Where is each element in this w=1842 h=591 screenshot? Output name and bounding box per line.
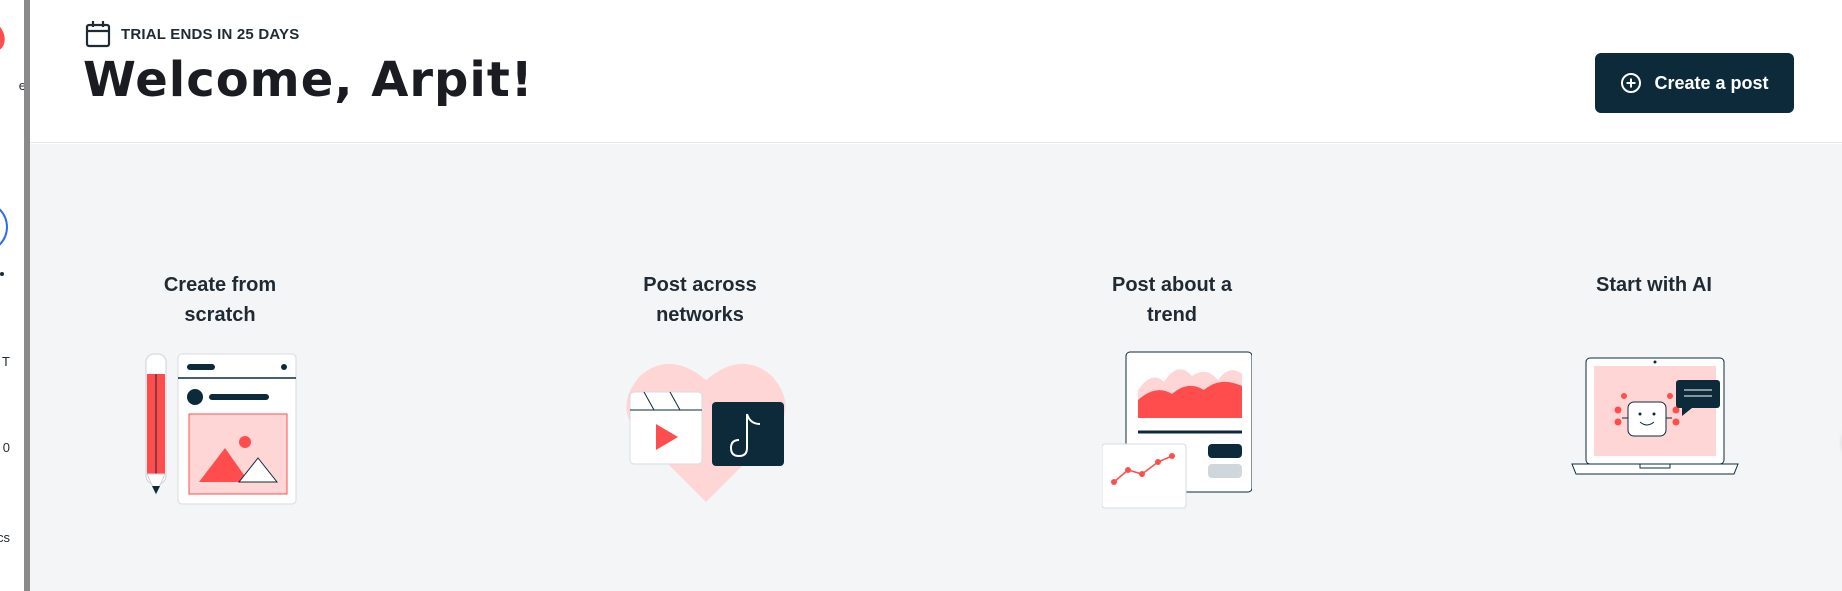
- sidebar-label-4[interactable]: cs: [0, 530, 10, 545]
- trial-text: TRIAL ENDS IN 25 DAYS: [121, 25, 300, 43]
- page-header: TRIAL ENDS IN 25 DAYS Welcome, Arpit! Cr…: [30, 0, 1842, 143]
- option-title: Post about a trend: [1042, 270, 1302, 330]
- create-post-button[interactable]: Create a post: [1595, 53, 1794, 113]
- option-title-line1: Post about a: [1111, 274, 1232, 296]
- option-title-line2: trend: [1147, 304, 1197, 326]
- option-title: Start with AI: [1524, 270, 1784, 300]
- option-post-across-networks[interactable]: Post across networks: [570, 270, 830, 502]
- option-post-about-a-trend[interactable]: Post about a trend: [1042, 270, 1302, 509]
- option-title-line1: Start with AI: [1596, 274, 1712, 296]
- calendar-icon: [85, 21, 111, 48]
- option-title: Create from scratch: [90, 270, 350, 330]
- sidebar-active-ring[interactable]: [0, 202, 8, 252]
- sidebar-label-2[interactable]: T: [2, 354, 10, 369]
- option-title-line2: networks: [656, 304, 744, 326]
- sidebar: e T 0 cs: [0, 0, 24, 591]
- brand-logo-icon[interactable]: [0, 14, 8, 56]
- page-title: Welcome, Arpit!: [83, 52, 534, 108]
- main-content: Create from scratch Post across networks: [30, 144, 1842, 591]
- option-title-line1: Create from: [163, 274, 277, 296]
- ai-illustration-icon: [1571, 357, 1739, 475]
- plus-circle-icon: [1621, 73, 1642, 93]
- networks-illustration-icon: [626, 363, 786, 502]
- option-create-from-scratch[interactable]: Create from scratch: [90, 270, 350, 505]
- scratch-illustration-icon: [145, 353, 297, 505]
- trial-banner: TRIAL ENDS IN 25 DAYS: [85, 20, 299, 48]
- trend-illustration-icon: [1102, 351, 1252, 509]
- option-title-line2: scratch: [184, 304, 256, 326]
- create-post-label: Create a post: [1654, 72, 1769, 93]
- option-title-line1: Post across: [643, 274, 757, 296]
- sidebar-label-3[interactable]: 0: [3, 440, 10, 455]
- option-title: Post across networks: [570, 270, 830, 330]
- sidebar-dot: [0, 272, 4, 276]
- option-start-with-ai[interactable]: Start with AI: [1524, 270, 1784, 475]
